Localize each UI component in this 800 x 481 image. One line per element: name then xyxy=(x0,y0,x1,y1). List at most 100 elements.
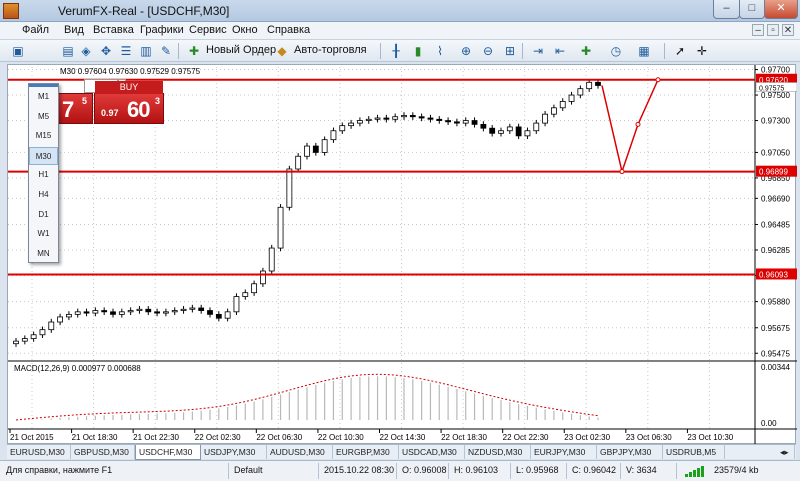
tab-usdchf-m30[interactable]: USDCHF,M30 xyxy=(135,445,201,460)
candle[interactable] xyxy=(163,311,169,314)
strategy-tester-icon[interactable]: ▥ xyxy=(138,43,154,59)
candle[interactable] xyxy=(154,311,160,314)
candle[interactable] xyxy=(409,115,416,118)
candle[interactable] xyxy=(515,126,522,137)
templates-icon[interactable]: ▦ xyxy=(636,43,652,59)
candle[interactable] xyxy=(304,145,310,157)
auto-scroll-icon[interactable]: ⇥ xyxy=(530,43,546,59)
menu-view[interactable]: Вид xyxy=(64,24,84,36)
candle[interactable] xyxy=(207,310,213,315)
zigzag-point[interactable] xyxy=(619,169,625,175)
candle[interactable] xyxy=(348,122,354,127)
sell-button[interactable]: 7 5 xyxy=(53,93,93,124)
market-watch-icon[interactable]: ◈ xyxy=(78,43,94,59)
crosshair-icon[interactable]: ✛ xyxy=(694,43,710,59)
zoom-in-icon[interactable]: ⊕ xyxy=(458,43,474,59)
timeframe-h1[interactable]: H1 xyxy=(29,166,58,184)
candle[interactable] xyxy=(551,107,557,115)
candle[interactable] xyxy=(533,122,540,132)
candle[interactable] xyxy=(180,308,187,311)
candle[interactable] xyxy=(330,130,337,141)
candle[interactable] xyxy=(277,206,284,249)
zigzag-projection[interactable] xyxy=(601,79,659,175)
candle[interactable] xyxy=(339,125,346,132)
candle[interactable] xyxy=(145,308,152,313)
candle[interactable] xyxy=(383,117,390,120)
line-chart-icon[interactable]: ⌇ xyxy=(432,43,448,59)
new-chart-icon[interactable]: ▣ xyxy=(10,43,26,59)
chart-shift-icon[interactable]: ⇤ xyxy=(552,43,568,59)
candle[interactable] xyxy=(136,308,143,311)
candle[interactable] xyxy=(321,139,328,153)
zigzag-point[interactable] xyxy=(655,77,661,83)
candle[interactable] xyxy=(74,311,81,315)
candle[interactable] xyxy=(260,270,266,285)
cursor-icon[interactable]: ➚ xyxy=(672,43,688,59)
tab-eurusd-m30[interactable]: EURUSD,M30 xyxy=(7,445,71,459)
candle[interactable] xyxy=(268,247,275,272)
close-button[interactable]: ✕ xyxy=(764,0,798,19)
candlestick-icon[interactable]: ▮ xyxy=(410,43,426,59)
zigzag-point[interactable] xyxy=(635,121,641,127)
candle[interactable] xyxy=(462,120,469,124)
timeframe-m1[interactable]: M1 xyxy=(29,88,58,106)
profiles-icon[interactable]: ▤ xyxy=(60,43,76,59)
candle[interactable] xyxy=(498,130,504,134)
chart-window[interactable]: 0.97700 0.97500 0.97300 0.97050 0.96850 0.966… xyxy=(7,64,797,445)
candle[interactable] xyxy=(13,340,19,345)
auto-trading-button[interactable]: Авто-торговля xyxy=(294,44,367,56)
menu-insert[interactable]: Вставка xyxy=(93,24,134,36)
candle[interactable] xyxy=(215,313,222,319)
menu-window[interactable]: Окно xyxy=(232,24,258,36)
navigator-icon[interactable]: ✥ xyxy=(98,43,114,59)
candle[interactable] xyxy=(445,120,451,123)
candle[interactable] xyxy=(198,307,205,311)
candle[interactable] xyxy=(480,123,487,129)
mdi-minimize-button[interactable]: – xyxy=(752,24,764,36)
candle[interactable] xyxy=(189,307,196,310)
candle[interactable] xyxy=(506,126,513,132)
timeframe-m30[interactable]: M30 xyxy=(29,146,58,165)
candle[interactable] xyxy=(101,310,108,313)
candle[interactable] xyxy=(127,310,134,313)
candle[interactable] xyxy=(118,311,125,315)
timeframe-d1[interactable]: D1 xyxy=(29,206,58,224)
candle[interactable] xyxy=(233,296,240,313)
new-order-icon[interactable]: ✚ xyxy=(186,43,202,59)
tabs-scroll-arrows-icon[interactable]: ◂▸ xyxy=(777,445,795,459)
candle[interactable] xyxy=(66,313,72,318)
candle[interactable] xyxy=(48,321,55,331)
timeframe-h4[interactable]: H4 xyxy=(29,186,58,204)
candle[interactable] xyxy=(312,145,319,153)
app-icon[interactable] xyxy=(3,3,19,19)
candle[interactable] xyxy=(454,121,460,124)
tab-nzdusd-m30[interactable]: NZDUSD,M30 xyxy=(465,445,531,459)
tile-windows-icon[interactable]: ⊞ xyxy=(502,43,518,59)
candle[interactable] xyxy=(39,329,46,336)
tab-gbpusd-m30[interactable]: GBPUSD,M30 xyxy=(71,445,135,459)
candle[interactable] xyxy=(224,311,231,319)
candle[interactable] xyxy=(171,310,178,313)
candle[interactable] xyxy=(92,310,99,314)
menu-help[interactable]: Справка xyxy=(267,24,310,36)
candle[interactable] xyxy=(57,316,63,323)
menu-charts[interactable]: Графики xyxy=(140,24,184,36)
timeframe-m15[interactable]: M15 xyxy=(29,127,58,145)
mdi-close-button[interactable]: ✕ xyxy=(782,24,794,36)
new-order-button[interactable]: Новый Ордер xyxy=(206,44,276,56)
tab-usdcad-m30[interactable]: USDCAD,M30 xyxy=(399,445,465,459)
timeframe-dropdown[interactable]: M1 M5 M15 M30 H1 H4 D1 W1 MN xyxy=(28,83,59,263)
tab-usdjpy-m30[interactable]: USDJPY,M30 xyxy=(201,445,267,459)
candle[interactable] xyxy=(595,81,601,86)
auto-trading-icon[interactable]: ◆ xyxy=(274,43,290,59)
candle[interactable] xyxy=(401,115,407,118)
indicators-icon[interactable]: ✚ xyxy=(578,43,594,59)
candle[interactable] xyxy=(251,283,257,294)
metaeditor-icon[interactable]: ✎ xyxy=(158,43,174,59)
bar-chart-icon[interactable]: ╂ xyxy=(388,43,404,59)
terminal-icon[interactable]: ☰ xyxy=(118,43,134,59)
tab-eurjpy-m30[interactable]: EURJPY,M30 xyxy=(531,445,597,459)
mdi-restore-button[interactable]: ▫ xyxy=(767,24,779,36)
minimize-button[interactable]: – xyxy=(713,0,740,19)
menu-tools[interactable]: Сервис xyxy=(189,24,227,36)
